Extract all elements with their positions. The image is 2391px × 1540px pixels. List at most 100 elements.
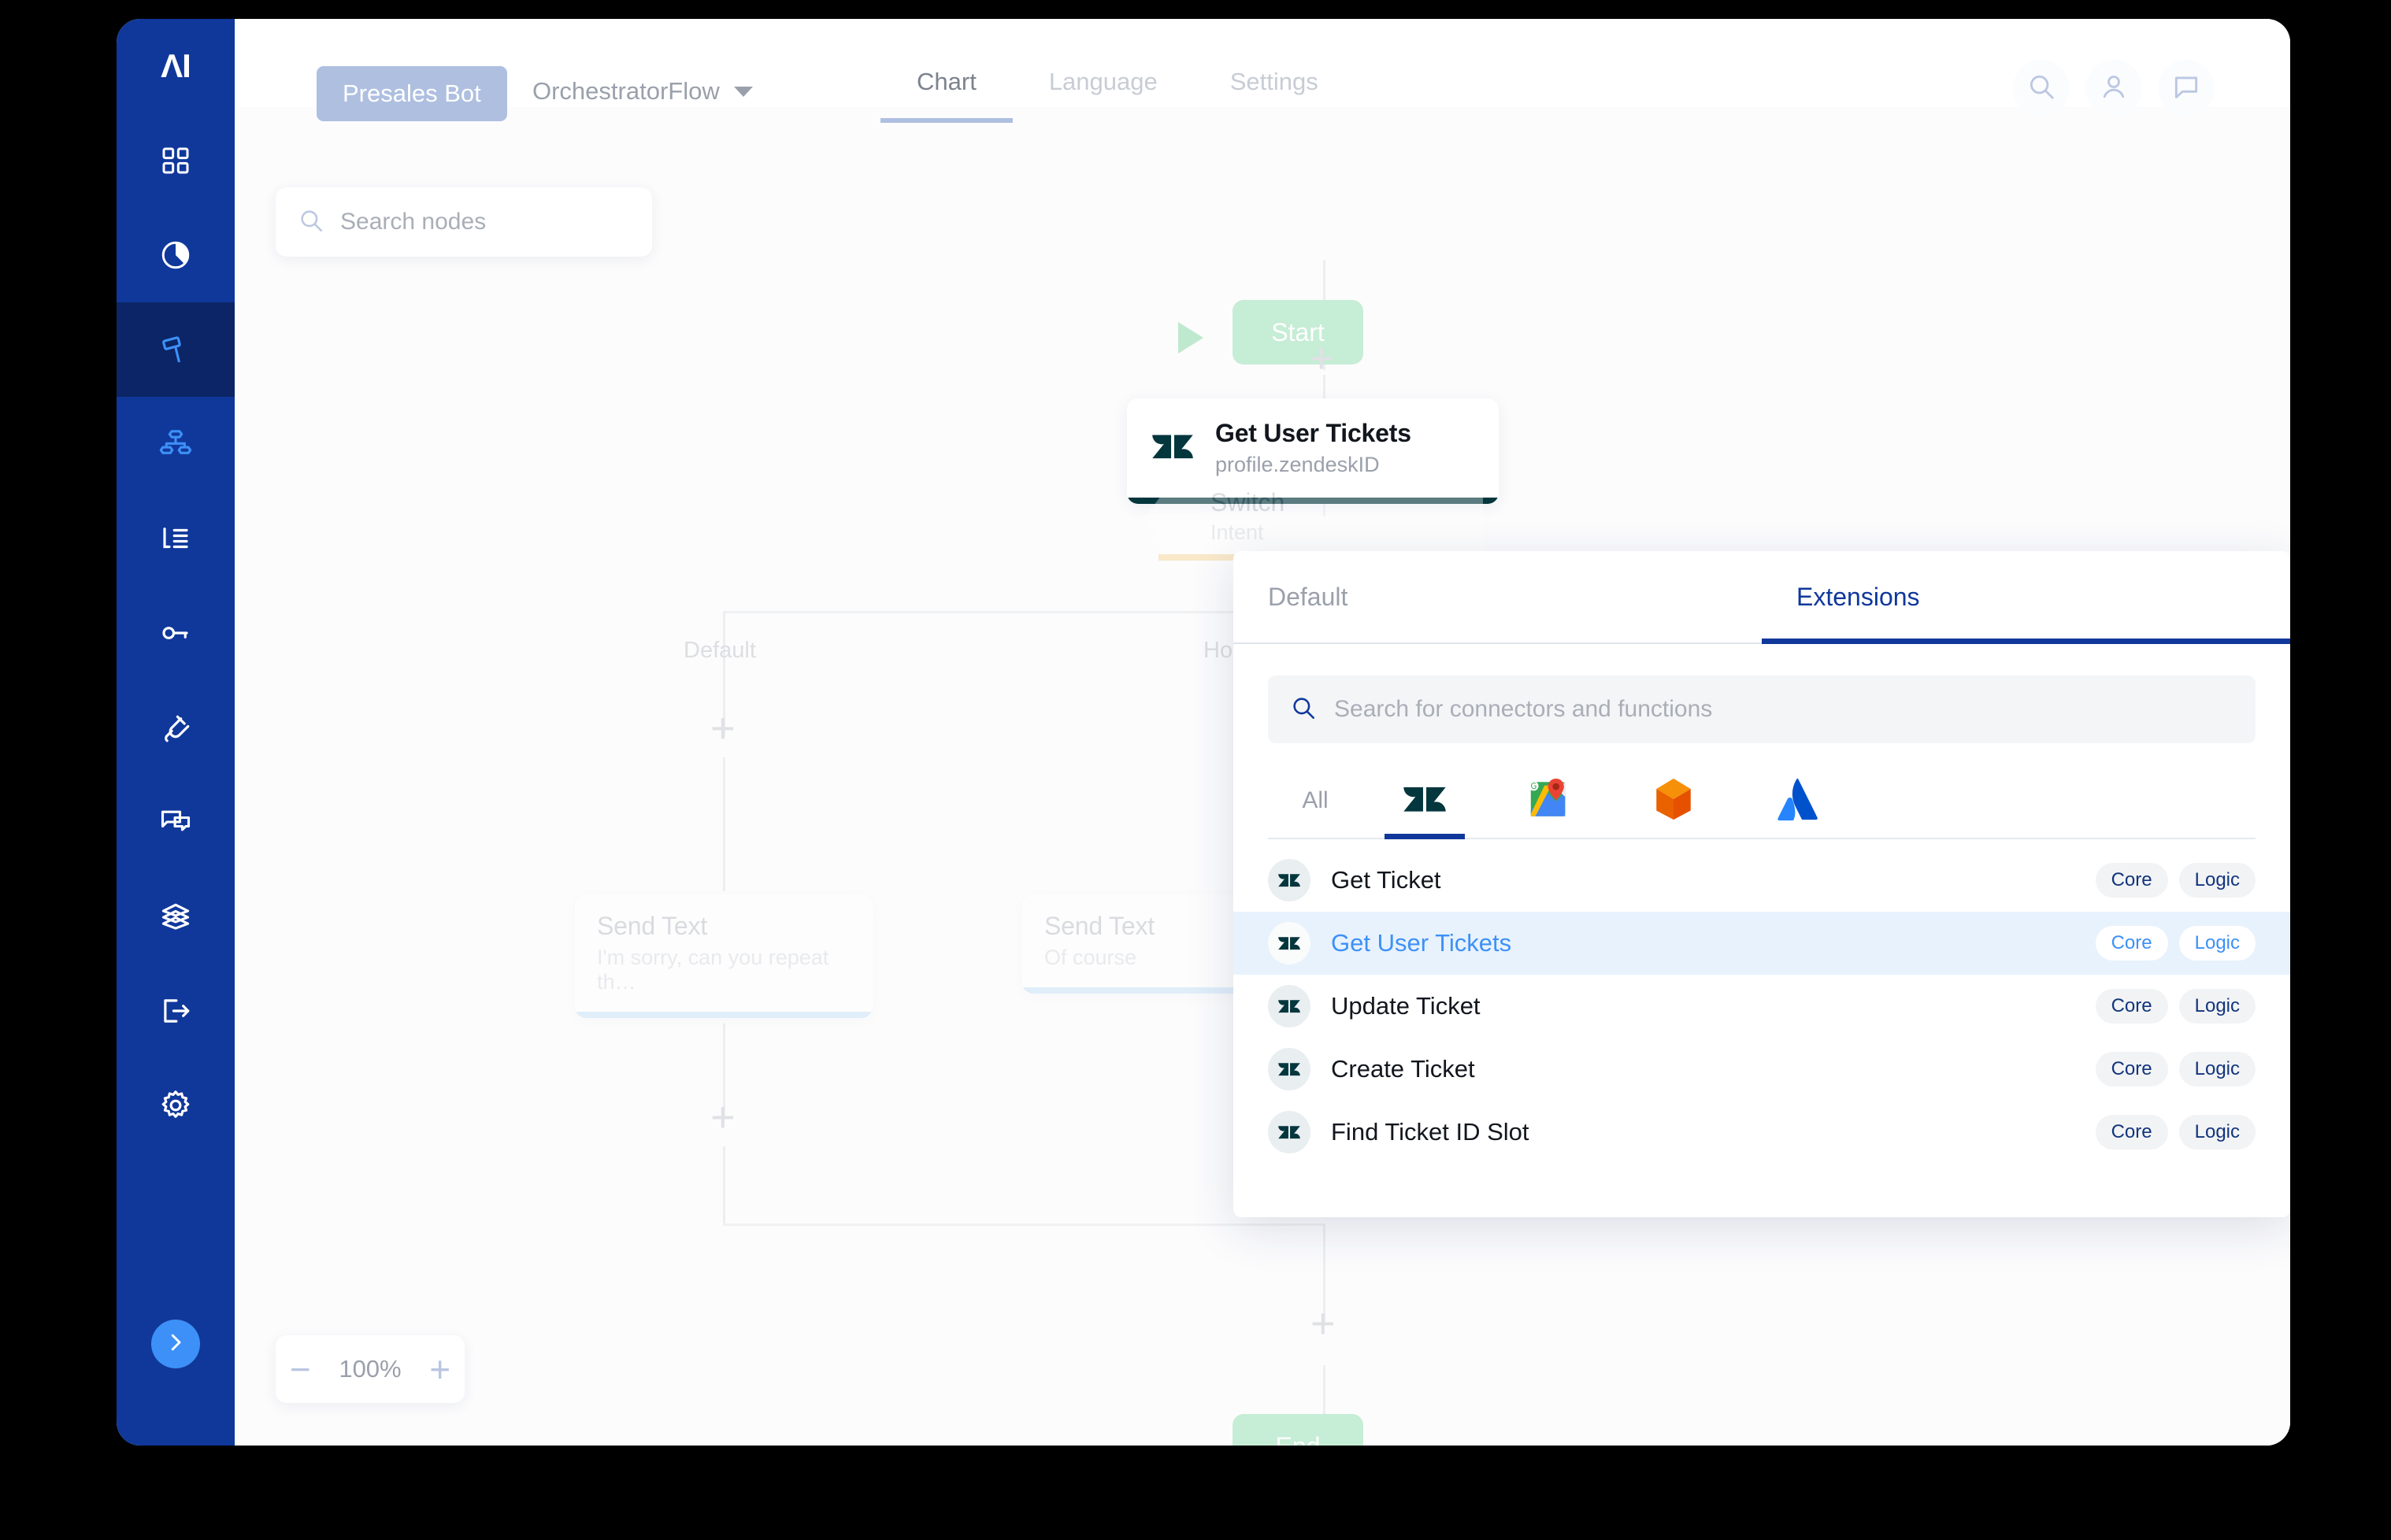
sidebar-item-versions[interactable] (117, 869, 235, 964)
flow-canvas[interactable]: Search nodes Start + Get User Tickets pr… (235, 107, 2290, 1446)
paint-roller-icon (159, 333, 192, 366)
comment-bubble-icon (2171, 72, 2201, 106)
sidebar-item-flows[interactable] (117, 397, 235, 491)
tab-default[interactable]: Default (1233, 551, 1762, 642)
node-switch[interactable]: Switch Intent (1144, 482, 1483, 554)
search-nodes-placeholder: Search nodes (340, 209, 487, 235)
add-node-button-3[interactable]: + (710, 1096, 736, 1138)
search-icon (298, 207, 324, 238)
account-button[interactable] (2085, 60, 2142, 117)
grid-dashboard-icon (160, 145, 191, 176)
list-item[interactable]: Create Ticket Core Logic (1233, 1038, 2290, 1101)
chevron-down-icon (733, 86, 753, 97)
search-icon (1290, 694, 1317, 725)
zendesk-icon (1268, 859, 1310, 901)
tab-settings[interactable]: Settings (1194, 19, 1355, 123)
connector-search-placeholder: Search for connectors and functions (1334, 696, 1713, 722)
node-title: Send Text (597, 912, 707, 940)
add-node-button-4[interactable]: + (1310, 1302, 1336, 1345)
add-node-button-2[interactable]: + (710, 707, 736, 750)
status-badge: Core (2095, 1115, 2168, 1149)
sidebar-item-designer[interactable] (117, 302, 235, 397)
extensions-panel: Default Extensions Search for connectors… (1233, 551, 2290, 1217)
node-send-text-default-text: Send Text I'm sorry, can you repeat th… (597, 912, 851, 994)
zoom-level-label: 100% (339, 1355, 402, 1383)
filter-orange-cube[interactable] (1611, 764, 1736, 838)
global-search-button[interactable] (2013, 60, 2070, 117)
sidebar-item-dashboard[interactable] (117, 113, 235, 208)
search-nodes-field[interactable]: Search nodes (276, 187, 652, 257)
node-end[interactable]: End (1233, 1414, 1363, 1446)
sidebar-item-conversations[interactable] (117, 775, 235, 869)
play-triangle-icon (1178, 322, 1203, 354)
node-subtitle: Of course (1044, 946, 1137, 969)
status-badge: Logic (2178, 989, 2256, 1024)
flow-selector-label: OrchestratorFlow (532, 77, 720, 105)
key-icon (159, 616, 192, 650)
list-item-tags: Core Logic (2095, 989, 2256, 1024)
zoom-out-button[interactable]: − (290, 1351, 311, 1387)
node-send-text-default-body: Send Text I'm sorry, can you repeat th… (575, 894, 873, 1012)
sidebar-item-logout[interactable] (117, 964, 235, 1058)
node-start[interactable]: Start (1233, 300, 1363, 365)
filter-all[interactable]: All (1268, 764, 1362, 838)
sidebar-item-integrations[interactable] (117, 680, 235, 775)
branch-label-how: Ho (1203, 638, 1233, 663)
node-get-user-tickets-text: Get User Tickets profile.zendeskID (1215, 419, 1411, 477)
filter-google-maps[interactable]: G (1487, 764, 1611, 838)
edge-branch-left-to-node (723, 757, 725, 891)
zoom-in-button[interactable]: + (429, 1351, 450, 1387)
top-bar: Presales Bot OrchestratorFlow Chart Lang… (235, 19, 2290, 123)
chevron-right-icon (164, 1331, 187, 1358)
list-item-tags: Core Logic (2095, 1115, 2256, 1149)
list-item[interactable]: Find Ticket ID Slot Core Logic (1233, 1101, 2290, 1164)
node-send-text-default[interactable]: Send Text I'm sorry, can you repeat th… (575, 894, 873, 1018)
pie-chart-icon (159, 239, 192, 272)
node-subtitle: I'm sorry, can you repeat th… (597, 946, 829, 994)
zendesk-icon (1151, 424, 1195, 472)
add-node-button-1[interactable]: + (1309, 337, 1334, 379)
google-maps-icon: G (1526, 776, 1572, 826)
list-item-tags: Core Logic (2095, 1052, 2256, 1087)
tab-extensions[interactable]: Extensions (1762, 551, 2290, 642)
connector-results-list: Get Ticket Core Logic Get User Tickets C… (1233, 849, 2290, 1164)
left-navigation-rail: ΛI (117, 19, 235, 1446)
layers-chevrons-icon (158, 899, 193, 934)
plug-icon (159, 711, 192, 744)
top-bar-actions (2013, 60, 2215, 117)
app-logo[interactable]: ΛI (117, 19, 235, 113)
status-badge: Logic (2178, 1052, 2256, 1087)
bot-name-pill[interactable]: Presales Bot (317, 66, 507, 121)
comments-button[interactable] (2158, 60, 2215, 117)
sidebar-item-analytics[interactable] (117, 208, 235, 302)
connector-filter-bar: All G (1268, 765, 2256, 839)
status-badge: Core (2095, 863, 2168, 898)
status-badge: Logic (2178, 1115, 2256, 1149)
connector-search-field[interactable]: Search for connectors and functions (1268, 676, 2256, 743)
sidebar-expand-button[interactable] (151, 1320, 200, 1368)
list-item-tags: Core Logic (2095, 926, 2256, 961)
zendesk-icon (1268, 1111, 1310, 1153)
sidebar-item-settings[interactable] (117, 1058, 235, 1153)
list-item[interactable]: Get Ticket Core Logic (1233, 849, 2290, 912)
list-item-tags: Core Logic (2095, 863, 2256, 898)
status-badge: Core (2095, 926, 2168, 961)
list-item[interactable]: Update Ticket Core Logic (1233, 975, 2290, 1038)
node-switch-title: Switch (1210, 488, 1285, 516)
tab-language[interactable]: Language (1013, 19, 1194, 123)
filter-zendesk[interactable] (1362, 764, 1487, 839)
extensions-panel-tabs: Default Extensions (1233, 551, 2290, 644)
tab-chart[interactable]: Chart (880, 19, 1013, 123)
edge-endplus-to-end (1323, 1365, 1325, 1414)
atlassian-icon (1775, 776, 1821, 826)
list-item-name: Find Ticket ID Slot (1331, 1118, 1529, 1146)
filter-atlassian[interactable] (1736, 764, 1860, 838)
svg-text:G: G (1530, 782, 1537, 790)
status-badge: Logic (2178, 863, 2256, 898)
sidebar-item-credentials[interactable] (117, 586, 235, 680)
main-area: Presales Bot OrchestratorFlow Chart Lang… (235, 19, 2290, 1446)
flow-selector[interactable]: OrchestratorFlow (532, 77, 753, 106)
sidebar-item-lists[interactable] (117, 491, 235, 586)
edge-plus-to-end (723, 1146, 725, 1223)
list-item[interactable]: Get User Tickets Core Logic (1233, 912, 2290, 975)
